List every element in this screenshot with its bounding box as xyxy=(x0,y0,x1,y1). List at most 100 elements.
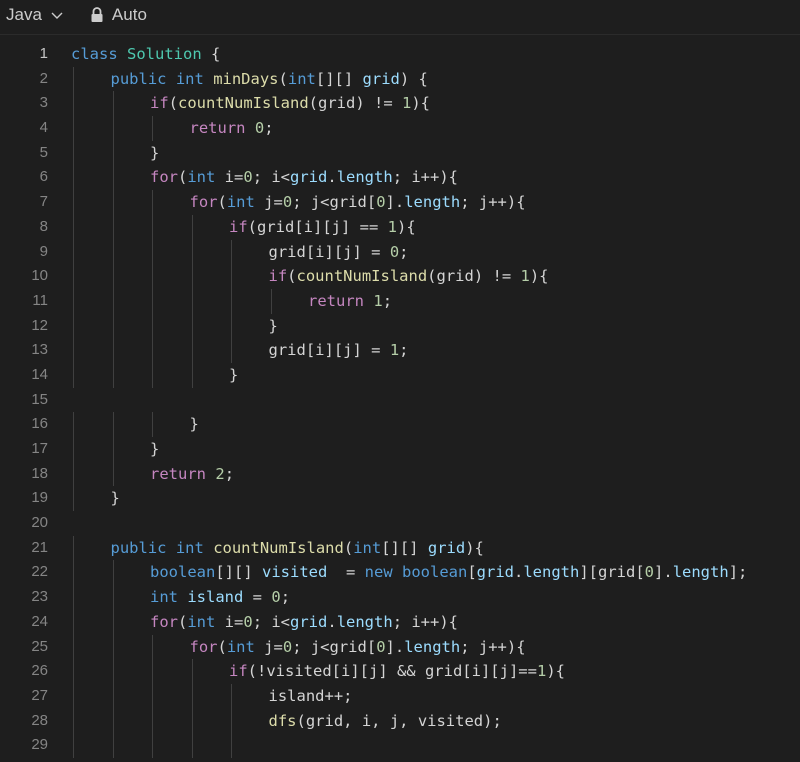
indent-guide xyxy=(191,288,193,314)
indent-guide xyxy=(73,239,74,265)
indent-guide xyxy=(152,412,153,437)
code-token: ; j<grid[ xyxy=(292,193,377,212)
code-line[interactable]: 23 int island = 0; xyxy=(0,585,800,610)
code-editor[interactable]: 1 class Solution {2 public int minDays(int… xyxy=(0,42,800,762)
code-line[interactable]: 19} xyxy=(0,486,800,512)
indent-guide xyxy=(73,708,74,734)
code-line[interactable]: 29 xyxy=(0,733,800,758)
indent-guide xyxy=(112,91,114,117)
code-line[interactable]: 16} xyxy=(0,412,800,437)
indent-guide xyxy=(152,683,153,709)
code-line[interactable]: 5} xyxy=(0,140,800,166)
indent-guide xyxy=(112,239,114,265)
code-line[interactable]: 6 for(int i=0; i<grid.length; i++){ xyxy=(0,165,800,191)
code-line[interactable]: 24 for(int i=0; i<grid.length; i++){ xyxy=(0,609,800,635)
code-token: countNumIsland xyxy=(178,94,309,113)
indent-guide xyxy=(231,264,232,289)
line-number: 25 xyxy=(31,637,48,655)
code-line[interactable]: 18 return 2; xyxy=(0,461,800,487)
code-token: 1 xyxy=(373,291,383,310)
line-number: 10 xyxy=(31,267,48,285)
code-line[interactable]: 8 if(grid[i][j] == 1){ xyxy=(0,214,800,240)
code-token: visited xyxy=(262,563,328,582)
code-line[interactable]: 22 boolean[][] visited = new boolean[grid… xyxy=(0,560,800,586)
indent-guide xyxy=(231,239,232,265)
code-token: grid xyxy=(362,69,400,88)
indent-guide xyxy=(112,683,114,709)
code-line[interactable]: 9 grid[i][j] = 0; xyxy=(0,239,800,265)
line-number: 5 xyxy=(39,143,48,161)
indent-guide xyxy=(112,708,114,734)
code-token: length xyxy=(336,168,393,187)
code-token: } xyxy=(268,316,278,335)
language-selector[interactable]: Java xyxy=(6,5,64,25)
code-token: } xyxy=(150,440,160,458)
code-token: int xyxy=(287,69,316,88)
code-token: ; xyxy=(264,119,274,138)
code-line[interactable]: 4 return 0; xyxy=(0,116,800,141)
indent-guide xyxy=(191,362,193,388)
code-line[interactable]: 15 xyxy=(0,388,800,413)
code-token: 0 xyxy=(282,637,293,656)
code-line[interactable]: 11 return 1; xyxy=(0,288,800,314)
code-line[interactable]: 3 if(countNumIsland(grid) != 1){ xyxy=(0,91,800,117)
indent-guide xyxy=(73,461,74,487)
code-token: boolean xyxy=(402,563,468,582)
code-token: island xyxy=(187,588,244,607)
indent-guide xyxy=(73,683,74,709)
indent-guide xyxy=(112,313,114,339)
mode-label[interactable]: Auto xyxy=(112,5,147,25)
code-token: grid xyxy=(476,563,514,582)
code-line[interactable]: 12} xyxy=(0,313,800,339)
code-token: . xyxy=(514,563,524,582)
code-line[interactable]: 25 for(int j=0; j<grid[0].length; j++){ xyxy=(0,634,800,660)
code-token: i= xyxy=(215,612,244,631)
code-token: int xyxy=(150,588,178,607)
code-line[interactable]: 13 grid[i][j] = 1; xyxy=(0,338,800,363)
line-number: 16 xyxy=(31,415,48,433)
code-token: int xyxy=(226,193,255,212)
code-token: j= xyxy=(254,193,283,212)
indent-guide xyxy=(191,683,193,709)
code-token: if xyxy=(229,217,248,236)
indent-guide xyxy=(73,634,74,660)
code-line[interactable]: 28 dfs(grid, i, j, visited); xyxy=(0,708,800,734)
indent-guide xyxy=(191,239,193,265)
code-token: return xyxy=(189,119,246,138)
code-line[interactable]: 7 for(int j=0; j<grid[0].length; j++){ xyxy=(0,190,800,215)
code-token: public xyxy=(110,69,167,88)
code-text: return 0; xyxy=(190,116,274,141)
code-token: [][] xyxy=(315,69,363,88)
indent-guide xyxy=(73,585,74,610)
code-line[interactable]: 1 class Solution { xyxy=(0,42,800,67)
code-line[interactable]: 10 if(countNumIsland(grid) != 1){ xyxy=(0,264,800,289)
line-number: 3 xyxy=(39,94,48,112)
code-token: ][grid[ xyxy=(579,563,645,582)
code-line[interactable]: 17} xyxy=(0,437,800,462)
code-line[interactable]: 20 xyxy=(0,511,800,536)
code-token: 0 xyxy=(243,168,253,187)
indent-guide xyxy=(231,708,232,734)
code-line[interactable]: 26 if(!visited[i][j] && grid[i][j]==1){ xyxy=(0,659,800,684)
indent-guide xyxy=(231,683,232,709)
line-number: 12 xyxy=(31,316,48,334)
line-number: 13 xyxy=(31,341,48,359)
code-token: ; i++){ xyxy=(392,612,459,631)
toolbar-divider xyxy=(0,34,800,35)
indent-guide xyxy=(152,733,153,758)
code-token: island++; xyxy=(268,686,353,705)
code-line[interactable]: 14} xyxy=(0,362,800,388)
code-token: ]. xyxy=(654,563,673,582)
code-line[interactable]: 2 public int minDays(int[][] grid) { xyxy=(0,66,800,92)
code-token: ( xyxy=(178,168,188,187)
code-line[interactable]: 21 public int countNumIsland(int[][] grid… xyxy=(0,535,800,561)
code-line[interactable]: 27 island++; xyxy=(0,683,800,709)
code-token: 0 xyxy=(376,193,386,212)
indent-guide xyxy=(73,91,74,117)
code-text: boolean[][] visited = new boolean[grid.l… xyxy=(150,560,747,585)
